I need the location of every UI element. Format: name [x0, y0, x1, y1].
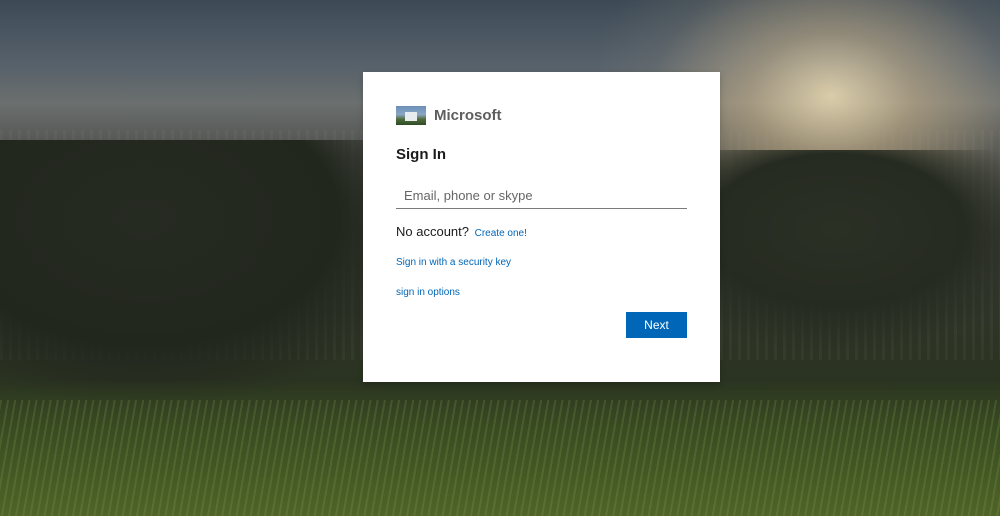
grass-blades [0, 400, 1000, 516]
signin-options-link[interactable]: sign in options [396, 287, 460, 298]
security-key-link[interactable]: Sign in with a security key [396, 257, 511, 268]
email-input[interactable] [396, 183, 687, 209]
signin-card: Microsoft Sign In No account? Create one… [363, 72, 720, 382]
brand: Microsoft [396, 106, 502, 125]
microsoft-logo-icon [396, 106, 426, 125]
mountain-right [700, 150, 1000, 350]
no-account-label: No account? [396, 224, 469, 239]
mountain-left [0, 140, 420, 400]
next-button[interactable]: Next [626, 312, 687, 338]
brand-name: Microsoft [434, 107, 502, 124]
create-account-link[interactable]: Create one! [475, 228, 527, 239]
page-title: Sign In [396, 146, 446, 163]
no-account-row: No account? Create one! [396, 224, 527, 239]
